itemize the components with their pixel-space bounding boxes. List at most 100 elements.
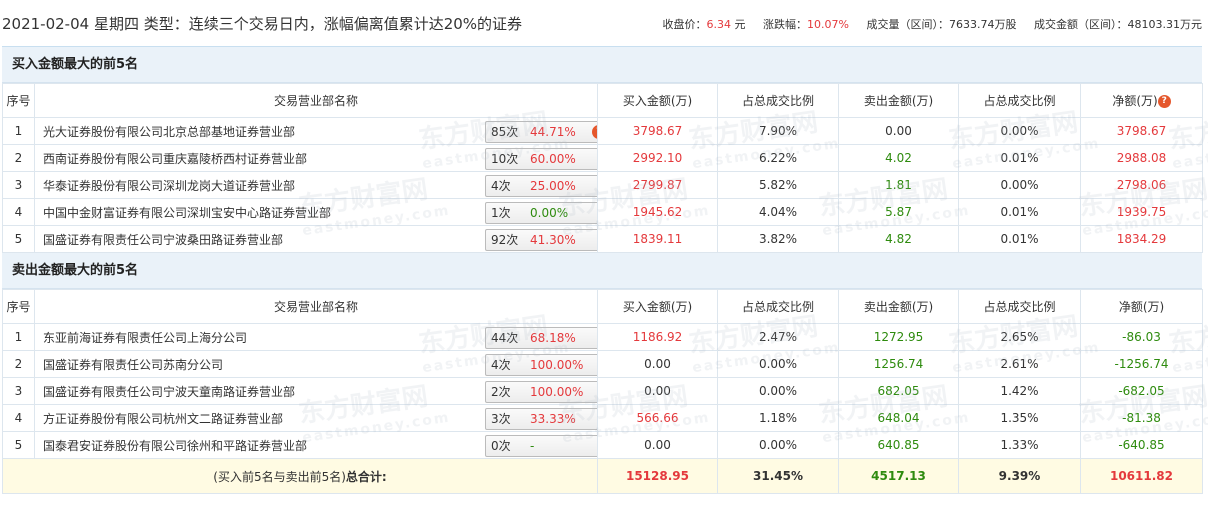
row-index: 5	[2, 431, 35, 459]
buy-amount: 0.00	[597, 350, 718, 378]
net-amount: -86.03	[1080, 323, 1203, 351]
sell-ratio: 2.65%	[958, 323, 1081, 351]
branch-name-cell: 东亚前海证券有限责任公司上海分公司 44次 68.18%	[34, 323, 598, 351]
branch-name[interactable]: 国盛证券有限责任公司宁波天童南路证券营业部	[43, 385, 295, 399]
table-row: 3 国盛证券有限责任公司宁波天童南路证券营业部 2次 100.00% 0.00 0.00%…	[2, 377, 1203, 405]
table-row: 4 方正证券股份有限公司杭州文二路证券营业部 3次 33.33% 566.66 1.18%…	[2, 404, 1203, 432]
branch-win-rate: 68.18%	[530, 331, 576, 345]
table-row: 1光大证券股份有限公司北京总部基地证券营业部85次44.71%?3798.677…	[2, 117, 1203, 145]
col-name: 交易营业部名称	[34, 83, 598, 118]
net-amount: -640.85	[1080, 431, 1203, 459]
branch-trade-count: 4次	[491, 358, 511, 372]
sell-amount: 1.81	[838, 171, 959, 199]
branch-stats-button[interactable]: 0次 -	[485, 435, 597, 457]
dragon-tiger-panel: 买入金额最大的前5名 序号 交易营业部名称 买入金额(万) 占总成交比例 卖出金…	[2, 46, 1203, 494]
buy-ratio: 0.00%	[717, 431, 839, 459]
branch-win-rate: 0.00%	[530, 206, 569, 220]
branch-name-cell: 西南证券股份有限公司重庆嘉陵桥西村证券营业部 10次 60.00%	[34, 144, 598, 172]
buy-amount: 3798.67	[597, 117, 718, 145]
row-index: 1	[2, 117, 35, 145]
buy-ratio: 2.47%	[717, 323, 839, 351]
net-amount: -682.05	[1080, 377, 1203, 405]
col-idx: 序号	[2, 83, 35, 118]
net-amount: 1834.29	[1080, 225, 1203, 253]
amount-text: 成交金额（区间）：48103.31万元	[1034, 18, 1202, 31]
branch-stats-button[interactable]: 1次 0.00%	[485, 202, 597, 224]
col-name: 交易营业部名称	[34, 289, 598, 324]
branch-name-cell: 国盛证券有限责任公司宁波天童南路证券营业部 2次 100.00%	[34, 377, 598, 405]
branch-name[interactable]: 华泰证券股份有限公司深圳龙岗大道证券营业部	[43, 179, 295, 193]
table-row: 1 东亚前海证券有限责任公司上海分公司 44次 68.18% 1186.92 2.47% 1…	[2, 323, 1203, 351]
branch-name[interactable]: 光大证券股份有限公司北京总部基地证券营业部	[43, 125, 295, 139]
branch-stats-button[interactable]: 2次 100.00%	[485, 381, 597, 403]
table-row: 2 西南证券股份有限公司重庆嘉陵桥西村证券营业部 10次 60.00% 2992.10 6…	[2, 144, 1203, 172]
buy-ratio: 4.04%	[717, 198, 839, 226]
buy-amount: 2799.87	[597, 171, 718, 199]
buy-amount: 566.66	[597, 404, 718, 432]
page-title: 2021-02-04 星期四 类型：连续三个交易日内，涨幅偏离值累计达20%的证…	[2, 15, 523, 33]
col-net: 净额(万)?	[1080, 83, 1203, 118]
sell-table-header: 序号 交易营业部名称 买入金额(万) 占总成交比例 卖出金额(万) 占总成交比例…	[2, 289, 1203, 324]
quote-summary: 收盘价：6.34 元 涨跌幅：10.07% 成交量（区间）：7633.74万股 …	[649, 16, 1202, 32]
question-icon[interactable]: ?	[592, 125, 597, 139]
buy-amount: 1945.62	[597, 198, 718, 226]
col-buy-ratio: 占总成交比例	[717, 289, 839, 324]
sell-amount: 1256.74	[838, 350, 959, 378]
branch-name[interactable]: 国泰君安证券股份有限公司徐州和平路证券营业部	[43, 439, 307, 453]
branch-win-rate: -	[530, 439, 535, 453]
branch-trade-count: 3次	[491, 412, 511, 426]
sell-ratio: 1.42%	[958, 377, 1081, 405]
row-index: 2	[2, 144, 35, 172]
branch-name[interactable]: 西南证券股份有限公司重庆嘉陵桥西村证券营业部	[43, 152, 307, 166]
net-amount: 2798.06	[1080, 171, 1203, 199]
help-icon[interactable]: ?	[1157, 95, 1171, 108]
change-label: 涨跌幅：	[763, 18, 808, 31]
row-index: 4	[2, 404, 35, 432]
net-amount: -1256.74	[1080, 350, 1203, 378]
branch-name[interactable]: 中国中金财富证券有限公司深圳宝安中心路证券营业部	[43, 206, 331, 220]
branch-stats-button[interactable]: 44次 68.18%	[485, 327, 597, 349]
col-sell-ratio: 占总成交比例	[958, 83, 1081, 118]
branch-name[interactable]: 国盛证券有限责任公司苏南分公司	[43, 358, 223, 372]
col-buy: 买入金额(万)	[597, 289, 718, 324]
branch-name-cell: 国泰君安证券股份有限公司徐州和平路证券营业部 0次 -	[34, 431, 598, 459]
branch-name[interactable]: 东亚前海证券有限责任公司上海分公司	[43, 331, 247, 345]
buy-ratio: 0.00%	[717, 377, 839, 405]
buy-ratio: 0.00%	[717, 350, 839, 378]
sell-amount: 4.02	[838, 144, 959, 172]
sell-amount: 640.85	[838, 431, 959, 459]
branch-trade-count: 1次	[491, 206, 511, 220]
row-index: 1	[2, 323, 35, 351]
branch-name-cell: 华泰证券股份有限公司深圳龙岗大道证券营业部 4次 25.00%	[34, 171, 598, 199]
change-value: 10.07%	[807, 18, 849, 31]
buy-ratio: 1.18%	[717, 404, 839, 432]
branch-stats-button[interactable]: 85次 44.71%?	[485, 121, 597, 143]
buy-amount: 1839.11	[597, 225, 718, 253]
branch-stats-button[interactable]: 3次 33.33%	[485, 408, 597, 430]
branch-name[interactable]: 方正证券股份有限公司杭州文二路证券营业部	[43, 412, 283, 426]
table-row: 3 华泰证券股份有限公司深圳龙岗大道证券营业部 4次 25.00% 2799.87 5.8…	[2, 171, 1203, 199]
branch-stats-button[interactable]: 10次 60.00%	[485, 148, 597, 170]
branch-stats-button[interactable]: 4次 25.00%	[485, 175, 597, 197]
net-amount: 2988.08	[1080, 144, 1203, 172]
col-net-label: 净额(万)	[1112, 94, 1158, 108]
row-index: 2	[2, 350, 35, 378]
branch-stats-button[interactable]: 92次 41.30%	[485, 229, 597, 251]
branch-name-cell: 中国中金财富证券有限公司深圳宝安中心路证券营业部 1次 0.00%	[34, 198, 598, 226]
buy-amount: 1186.92	[597, 323, 718, 351]
buy-ratio: 3.82%	[717, 225, 839, 253]
volume-text: 成交量（区间）：7633.74万股	[866, 18, 1017, 31]
sell-ratio: 0.01%	[958, 225, 1081, 253]
branch-name[interactable]: 国盛证券有限责任公司宁波桑田路证券营业部	[43, 233, 283, 247]
branch-win-rate: 100.00%	[530, 385, 584, 399]
branch-name-cell: 方正证券股份有限公司杭州文二路证券营业部 3次 33.33%	[34, 404, 598, 432]
branch-trade-count: 0次	[491, 439, 511, 453]
branch-trade-count: 2次	[491, 385, 511, 399]
table-row: 5 国盛证券有限责任公司宁波桑田路证券营业部 92次 41.30% 1839.11 3.8…	[2, 225, 1203, 253]
sell-ratio: 0.00%	[958, 117, 1081, 145]
col-buy: 买入金额(万)	[597, 83, 718, 118]
total-row: (买入前5名与卖出前5名)总合计: 15128.95 31.45% 4517.1…	[2, 458, 1203, 494]
sell-table: 序号 交易营业部名称 买入金额(万) 占总成交比例 卖出金额(万) 占总成交比例…	[2, 289, 1203, 494]
page-header: 2021-02-04 星期四 类型：连续三个交易日内，涨幅偏离值累计达20%的证…	[0, 0, 1208, 46]
branch-stats-button[interactable]: 4次 100.00%	[485, 354, 597, 376]
